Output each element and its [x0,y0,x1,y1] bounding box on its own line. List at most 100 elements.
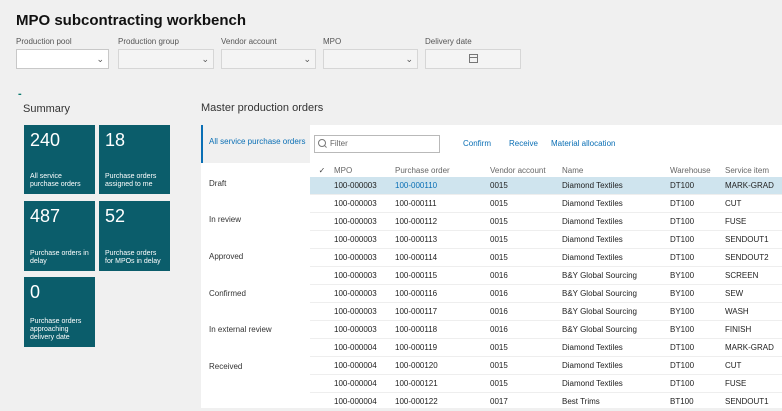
mpo-cell: 100-000004 [334,374,395,393]
nav-item-in-external-review[interactable]: In external review [201,325,310,335]
purchase-order-cell[interactable]: 100-000120 [395,356,490,375]
vendor-account-filter[interactable]: Vendor account ⌄ [221,37,316,69]
purchase-order-cell[interactable]: 100-000117 [395,302,490,321]
table-row[interactable]: 100-000003 100-000118 0016 B&Y Global Sourc… [310,320,782,339]
table-row[interactable]: 100-000003 100-000116 0016 B&Y Global Sourc… [310,284,782,303]
column-header-vendor-account[interactable]: Vendor account [490,163,562,177]
purchase-order-cell[interactable]: 100-000121 [395,374,490,393]
purchase-orders-panel: Filter Confirm Receive Material allocati… [310,125,782,411]
row-select-checkbox[interactable] [310,374,334,393]
purchase-order-cell[interactable]: 100-000119 [395,338,490,357]
table-row[interactable]: 100-000003 100-000111 0015 Diamond Textiles… [310,194,782,213]
table-row[interactable]: 100-000003 100-000113 0015 Diamond Textiles… [310,230,782,249]
vendor-account-cell: 0016 [490,284,562,303]
vendor-account-cell: 0015 [490,374,562,393]
production-pool-filter[interactable]: Production pool ⌄ [16,37,109,69]
confirm-button[interactable]: Confirm [463,139,491,148]
table-row[interactable]: 100-000003 100-000114 0015 Diamond Textiles… [310,248,782,267]
column-header-service-item[interactable]: Service item [725,163,782,177]
mpo-filter[interactable]: MPO ⌄ [323,37,418,69]
nav-item-received[interactable]: Received [201,362,310,372]
row-select-checkbox[interactable] [310,302,334,321]
mpo-cell: 100-000003 [334,230,395,249]
row-select-checkbox[interactable] [310,266,334,285]
production-pool-select[interactable]: ⌄ [16,49,109,69]
collapse-indicator: - [18,88,22,100]
table-body: 100-000003 100-000110 0015 Diamond Textiles… [310,177,782,411]
tile-all-service-purchase-orders[interactable]: 240 All service purchase orders [24,125,95,194]
row-select-checkbox[interactable] [310,177,334,195]
row-select-checkbox[interactable] [310,212,334,231]
column-header-name[interactable]: Name [562,163,670,177]
purchase-order-cell[interactable]: 100-000115 [395,266,490,285]
row-select-checkbox[interactable] [310,284,334,303]
production-group-select[interactable]: ⌄ [118,49,214,69]
filter-input[interactable]: Filter [314,135,440,153]
tile-assigned-to-me[interactable]: 18 Purchase orders assigned to me [99,125,170,194]
column-header-purchase-order[interactable]: Purchase order [395,163,490,177]
row-select-checkbox[interactable] [310,194,334,213]
column-header-mpo[interactable]: MPO [334,163,395,177]
select-all-checkbox[interactable]: ✓ [310,163,334,177]
warehouse-cell: DT100 [670,248,725,267]
purchase-order-cell[interactable]: 100-000113 [395,230,490,249]
purchase-order-cell[interactable]: 100-000118 [395,320,490,339]
warehouse-cell: BY100 [670,284,725,303]
row-select-checkbox[interactable] [310,338,334,357]
nav-item-confirmed[interactable]: Confirmed [201,289,310,299]
vendor-account-cell: 0015 [490,248,562,267]
table-row[interactable]: 100-000003 100-000112 0015 Diamond Textiles… [310,212,782,231]
tile-approaching-delivery-date[interactable]: 0 Purchase orders approaching delivery d… [24,277,95,347]
calendar-icon[interactable] [469,54,478,63]
nav-item-draft[interactable]: Draft [201,179,310,189]
table-row[interactable]: 100-000004 100-000119 0015 Diamond Textiles… [310,338,782,357]
purchase-order-cell[interactable]: 100-000112 [395,212,490,231]
warehouse-cell: BY100 [670,266,725,285]
warehouse-cell: BY100 [670,320,725,339]
mpo-cell: 100-000003 [334,302,395,321]
nav-item-all-service-purchase-orders[interactable]: All service purchase orders [201,125,310,163]
service-item-cell: FUSE [725,212,782,231]
service-item-cell: SEW [725,284,782,303]
service-item-cell: SENDOUT2 [725,248,782,267]
name-cell: B&Y Global Sourcing [562,284,670,303]
vendor-account-select[interactable]: ⌄ [221,49,316,69]
table-row[interactable]: 100-000003 100-000117 0016 B&Y Global Sourc… [310,302,782,321]
mpo-select[interactable]: ⌄ [323,49,418,69]
tile-label: Purchase orders approaching delivery dat… [30,318,82,341]
service-item-cell: CUT [725,194,782,213]
tile-label: All service purchase orders [30,173,81,188]
tile-purchase-orders-in-delay[interactable]: 487 Purchase orders in delay [24,201,95,271]
table-row[interactable]: 100-000003 100-000110 0015 Diamond Textiles… [310,177,782,195]
nav-item-approved[interactable]: Approved [201,252,310,262]
vendor-account-cell: 0016 [490,320,562,339]
material-allocation-button[interactable]: Material allocation [551,139,615,148]
vendor-account-cell: 0015 [490,177,562,195]
production-group-filter[interactable]: Production group ⌄ [118,37,214,69]
service-item-cell: MARK-GRAD [725,338,782,357]
purchase-order-cell[interactable]: 100-000110 [395,177,490,195]
nav-item-in-review[interactable]: In review [201,215,310,225]
purchase-order-cell[interactable]: 100-000111 [395,194,490,213]
row-select-checkbox[interactable] [310,356,334,375]
table-row[interactable]: 100-000004 100-000120 0015 Diamond Textiles… [310,356,782,375]
delivery-date-filter[interactable]: Delivery date [425,37,521,69]
service-item-cell: CUT [725,356,782,375]
tile-mpos-in-delay[interactable]: 52 Purchase orders for MPOs in delay [99,201,170,271]
purchase-order-cell[interactable]: 100-000114 [395,248,490,267]
row-select-checkbox[interactable] [310,248,334,267]
warehouse-cell: DT100 [670,212,725,231]
delivery-date-input[interactable] [425,49,521,69]
row-select-checkbox[interactable] [310,320,334,339]
row-select-checkbox[interactable] [310,230,334,249]
table-row[interactable]: 100-000004 100-000121 0015 Diamond Textiles… [310,374,782,393]
column-header-warehouse[interactable]: Warehouse [670,163,725,177]
warehouse-cell: DT100 [670,230,725,249]
warehouse-cell: DT100 [670,177,725,195]
receive-button[interactable]: Receive [509,139,538,148]
chevron-down-icon: ⌄ [201,54,209,64]
purchase-order-cell[interactable]: 100-000116 [395,284,490,303]
vendor-account-label: Vendor account [221,37,277,46]
name-cell: Diamond Textiles [562,374,670,393]
table-row[interactable]: 100-000003 100-000115 0016 B&Y Global Sourc… [310,266,782,285]
